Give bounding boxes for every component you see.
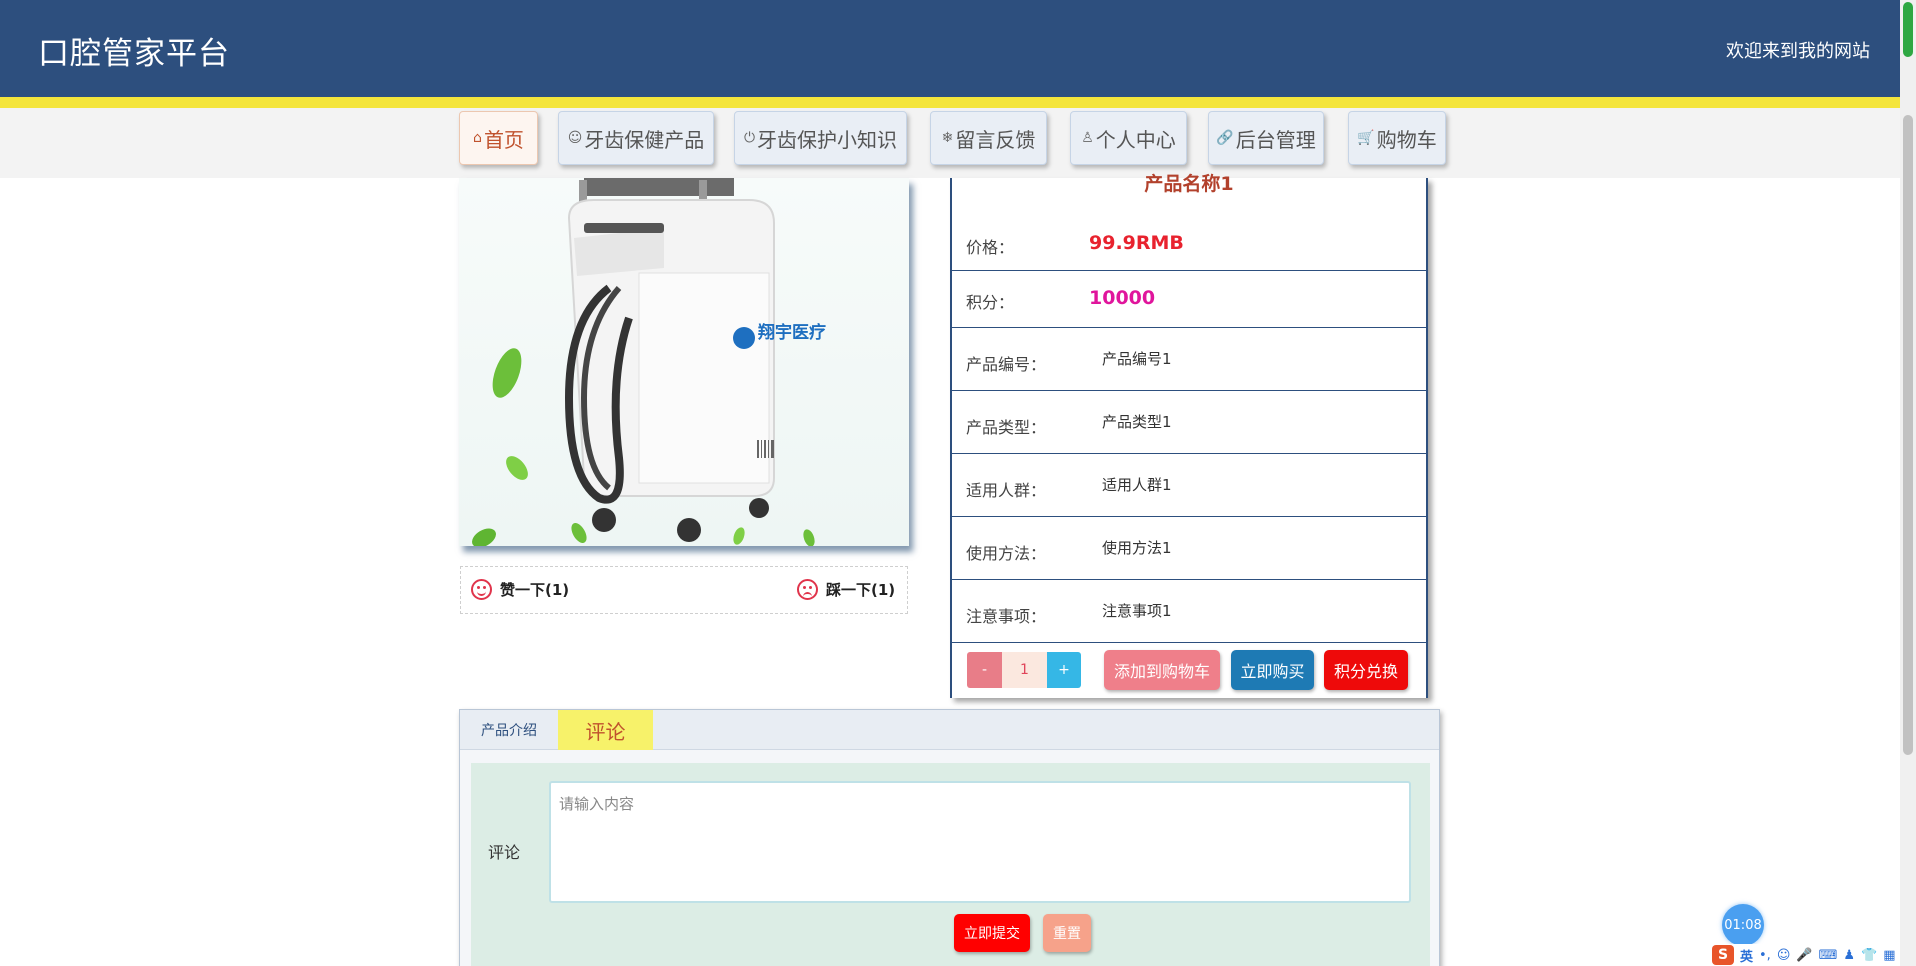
nav-home[interactable]: ⌂ 首页 (459, 111, 538, 165)
top-header: 口腔管家平台 欢迎来到我的网站 (0, 0, 1900, 97)
microphone-icon[interactable]: 🎤 (1796, 948, 1812, 963)
timer-badge[interactable]: 01:08 (1722, 904, 1764, 946)
notes-label: 注意事项： (966, 607, 1047, 626)
reset-button[interactable]: 重置 (1043, 914, 1091, 952)
nav-label: 个人中心 (1095, 127, 1176, 152)
welcome-text: 欢迎来到我的网站 (1726, 41, 1870, 62)
skin-icon[interactable]: 👕 (1861, 948, 1877, 963)
audience-label: 适用人群： (966, 481, 1047, 500)
dental-device-illustration: 翔宇医疗 (472, 178, 826, 546)
notes-value: 注意事项1 (1102, 602, 1172, 620)
grid-icon[interactable]: ▦ (1883, 948, 1895, 963)
usage-label: 使用方法： (966, 544, 1047, 563)
keyboard-icon[interactable]: ⌨ (1819, 948, 1838, 963)
power-icon: ⏻ (743, 130, 756, 146)
quantity-decrease-button[interactable]: - (967, 652, 1002, 688)
product-info-panel: 产品名称1 价格： 99.9RMB 积分： 10000 产品编号： 产品编号1 … (950, 173, 1428, 698)
like-button[interactable]: 赞一下(1) (471, 579, 569, 600)
nav-label: 购物车 (1376, 127, 1437, 152)
quantity-increase-button[interactable]: + (1047, 652, 1081, 688)
add-to-cart-button[interactable]: 添加到购物车 (1104, 650, 1220, 690)
product-code-row: 产品编号： 产品编号1 (952, 328, 1426, 391)
tab-header: 产品介绍 评论 (460, 710, 1439, 750)
nav-label: 留言反馈 (955, 127, 1036, 152)
header-accent-strip (0, 97, 1900, 108)
vertical-scrollbar[interactable] (1900, 0, 1916, 966)
comment-label: 评论 (488, 843, 521, 862)
smiley-icon: ☺ (567, 130, 583, 146)
product-code-label: 产品编号： (966, 355, 1047, 374)
quantity-input[interactable]: 1 (1002, 652, 1047, 688)
site-title: 口腔管家平台 (38, 36, 230, 72)
product-type-label: 产品类型： (966, 418, 1047, 437)
comment-input[interactable] (549, 781, 1411, 903)
points-label: 积分： (966, 293, 1015, 312)
product-image: 翔宇医疗 (459, 178, 909, 546)
price-row: 价格： 99.9RMB (952, 221, 1426, 271)
nav-cart[interactable]: 🛒 购物车 (1348, 111, 1446, 165)
frown-icon (797, 579, 818, 600)
like-label: 赞一下(1) (500, 581, 570, 599)
scroll-thumb[interactable] (1903, 115, 1913, 755)
emoji-icon[interactable]: ☺ (1777, 948, 1791, 963)
quantity-stepper: - 1 + (967, 652, 1081, 688)
vote-box: 赞一下(1) 踩一下(1) (460, 566, 908, 614)
audience-value: 适用人群1 (1102, 476, 1172, 494)
points-row: 积分： 10000 (952, 271, 1426, 328)
brand-text: 翔宇医疗 (757, 322, 826, 343)
comment-form: 评论 立即提交 重置 (471, 763, 1430, 966)
main-nav: ⌂ 首页 ☺ 牙齿保健产品 ⏻ 牙齿保护小知识 ❄ 留言反馈 ♙ 个人中心 🔗 … (0, 108, 1900, 178)
nav-label: 首页 (483, 127, 524, 152)
points-exchange-button[interactable]: 积分兑换 (1324, 650, 1408, 690)
ime-toolbar: S 英 •, ☺ 🎤 ⌨ ♟ 👕 ▦ (1708, 944, 1900, 966)
product-type-row: 产品类型： 产品类型1 (952, 391, 1426, 454)
cart-icon: 🛒 (1357, 130, 1375, 146)
nav-dental-tips[interactable]: ⏻ 牙齿保护小知识 (734, 111, 907, 165)
punctuation-icon[interactable]: •, (1759, 948, 1771, 963)
audience-row: 适用人群： 适用人群1 (952, 454, 1426, 517)
product-type-value: 产品类型1 (1102, 413, 1172, 431)
ime-language[interactable]: 英 (1740, 946, 1753, 965)
snowflake-icon: ❄ (941, 130, 954, 146)
nav-personal-center[interactable]: ♙ 个人中心 (1070, 111, 1187, 165)
tab-comment[interactable]: 评论 (558, 710, 653, 750)
tab-product-intro[interactable]: 产品介绍 (460, 710, 558, 750)
nav-dental-products[interactable]: ☺ 牙齿保健产品 (558, 111, 714, 165)
page: 口腔管家平台 欢迎来到我的网站 ⌂ 首页 ☺ 牙齿保健产品 ⏻ 牙齿保护小知识 … (0, 0, 1916, 966)
notes-row: 注意事项： 注意事项1 (952, 580, 1426, 643)
home-icon: ⌂ (473, 130, 482, 146)
nav-label: 牙齿保健产品 (584, 127, 705, 152)
price-label: 价格： (966, 238, 1015, 257)
ime-logo-icon[interactable]: S (1712, 945, 1734, 965)
dislike-button[interactable]: 踩一下(1) (797, 579, 895, 600)
nav-admin[interactable]: 🔗 后台管理 (1208, 111, 1324, 165)
nav-feedback[interactable]: ❄ 留言反馈 (930, 111, 1047, 165)
usage-value: 使用方法1 (1102, 539, 1172, 557)
user-icon[interactable]: ♟ (1843, 948, 1855, 963)
points-value: 10000 (1089, 287, 1156, 309)
usage-row: 使用方法： 使用方法1 (952, 517, 1426, 580)
link-icon: 🔗 (1216, 130, 1234, 146)
product-tabs: 产品介绍 评论 评论 立即提交 重置 (459, 709, 1440, 966)
submit-comment-button[interactable]: 立即提交 (954, 914, 1030, 952)
dislike-label: 踩一下(1) (826, 581, 896, 599)
nav-label: 后台管理 (1235, 127, 1316, 152)
buy-now-button[interactable]: 立即购买 (1231, 650, 1314, 690)
product-name: 产品名称1 (1144, 173, 1234, 195)
nav-label: 牙齿保护小知识 (757, 127, 898, 152)
price-value: 99.9RMB (1089, 232, 1184, 254)
smile-icon (471, 579, 492, 600)
user-icon: ♙ (1081, 130, 1094, 146)
scroll-indicator (1903, 2, 1913, 57)
product-code-value: 产品编号1 (1102, 350, 1172, 368)
